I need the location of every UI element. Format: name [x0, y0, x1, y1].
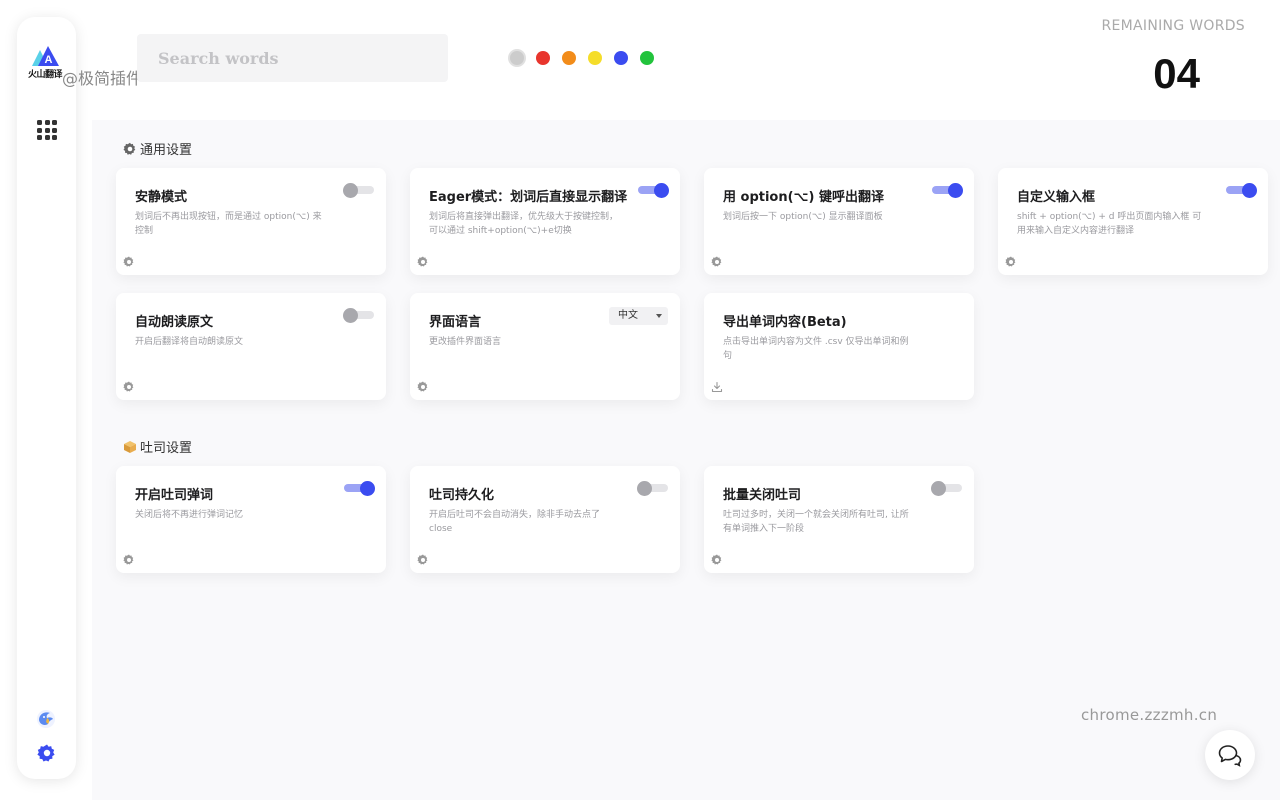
card-title: 界面语言 — [429, 315, 482, 330]
card-title: 吐司持久化 — [429, 488, 495, 503]
gear-icon[interactable] — [417, 381, 429, 393]
sidebar: A 火山翻译 — [17, 17, 76, 779]
remaining-words-label: REMAINING WORDS — [1101, 18, 1245, 34]
card-option-key: 用 option(⌥) 键呼出翻译 划词后按一下 option(⌥) 显示翻译面… — [704, 168, 974, 275]
color-filter-red[interactable] — [536, 51, 550, 65]
color-filter-blue[interactable] — [614, 51, 628, 65]
card-description: 开启后翻译将自动朗读原文 — [135, 337, 244, 347]
card-description: 划词后不再出现按钮，而是通过 option(⌥) 来控制 — [135, 212, 322, 236]
remaining-words-count: 04 — [1153, 50, 1200, 97]
color-filter-orange[interactable] — [562, 51, 576, 65]
card-eager-mode: Eager模式：划词后直接显示翻译 划词后将直接弹出翻译，优先级大于按键控制， … — [410, 168, 680, 275]
card-description: 点击导出单词内容为文件 .csv 仅导出单词和例句 — [723, 337, 909, 361]
watermark: @极简插件 — [62, 69, 143, 88]
card-title: Eager模式：划词后直接显示翻译 — [429, 190, 628, 205]
color-filter-green[interactable] — [640, 51, 654, 65]
card-description: 更改插件界面语言 — [429, 337, 502, 347]
gear-icon[interactable] — [123, 381, 135, 393]
card-description: 吐司过多时，关闭一个就会关闭所有吐司, 让所有单词推入下一阶段 — [723, 510, 909, 534]
card-ui-language: 界面语言 中文 更改插件界面语言 — [410, 293, 680, 400]
color-filter-yellow[interactable] — [588, 51, 602, 65]
card-quiet-mode: 安静模式 划词后不再出现按钮，而是通过 option(⌥) 来控制 — [116, 168, 386, 275]
card-batch-close: 批量关闭吐司 吐司过多时，关闭一个就会关闭所有吐司, 让所有单词推入下一阶段 — [704, 466, 974, 573]
quiet-mode-toggle[interactable] — [343, 183, 374, 198]
language-select[interactable]: 中文 — [609, 307, 668, 325]
section-general-label: 通用设置 — [140, 143, 193, 158]
card-title: 用 option(⌥) 键呼出翻译 — [723, 190, 885, 205]
language-select-value: 中文 — [618, 310, 638, 321]
gear-icon[interactable] — [123, 256, 135, 268]
card-toast-popup: 开启吐司弹词 关闭后将不再进行弹词记忆 — [116, 466, 386, 573]
gear-icon[interactable] — [417, 256, 429, 268]
card-auto-read: 自动朗读原文 开启后翻译将自动朗读原文 — [116, 293, 386, 400]
section-toast-label: 吐司设置 — [140, 441, 193, 456]
card-title: 开启吐司弹词 — [135, 488, 214, 503]
card-title: 导出单词内容(Beta) — [723, 315, 847, 330]
auto-read-toggle[interactable] — [343, 308, 374, 323]
logo-text: 火山翻译 — [28, 70, 63, 80]
gear-icon[interactable] — [123, 554, 135, 566]
eager-mode-toggle[interactable] — [638, 183, 669, 198]
card-description: 划词后将直接弹出翻译，优先级大于按键控制， 可以通过 shift+option(… — [429, 212, 619, 236]
card-title: 自动朗读原文 — [135, 315, 214, 330]
gear-icon[interactable] — [711, 256, 723, 268]
card-toast-persist: 吐司持久化 开启后吐司不会自动消失，除非手动去点了 close — [410, 466, 680, 573]
gear-icon[interactable] — [1005, 256, 1017, 268]
color-filter-group — [510, 51, 654, 65]
card-custom-input: 自定义输入框 shift + option(⌥) + d 呼出页面内输入框 可用… — [998, 168, 1268, 275]
gear-icon[interactable] — [37, 743, 57, 763]
card-description: shift + option(⌥) + d 呼出页面内输入框 可用来输入自定义内… — [1017, 212, 1202, 236]
card-title: 批量关闭吐司 — [723, 488, 802, 503]
svg-text:A: A — [45, 54, 53, 66]
card-title: 安静模式 — [135, 190, 188, 205]
chat-bubble-icon — [1218, 745, 1242, 767]
gear-icon[interactable] — [417, 554, 429, 566]
search-input[interactable] — [137, 34, 448, 82]
gear-icon — [123, 142, 136, 155]
caret-down-icon — [656, 314, 662, 318]
batch-close-toggle[interactable] — [931, 481, 962, 496]
apps-grid-icon[interactable] — [37, 120, 57, 140]
site-watermark: chrome.zzzmh.cn — [1081, 706, 1218, 724]
card-description: 划词后按一下 option(⌥) 显示翻译面板 — [723, 212, 883, 222]
custom-input-toggle[interactable] — [1226, 183, 1257, 198]
card-export-words: 导出单词内容(Beta) 点击导出单词内容为文件 .csv 仅导出单词和例句 — [704, 293, 974, 400]
card-title: 自定义输入框 — [1017, 190, 1096, 205]
download-icon[interactable] — [711, 381, 723, 393]
card-description: 关闭后将不再进行弹词记忆 — [135, 510, 244, 520]
main-content: 通用设置 安静模式 划词后不再出现按钮，而是通过 option(⌥) 来控制 E… — [92, 120, 1280, 800]
section-toast-title: 吐司设置 — [123, 437, 192, 456]
option-key-toggle[interactable] — [932, 183, 963, 198]
feedback-chat-button[interactable] — [1205, 730, 1255, 780]
gear-icon[interactable] — [711, 554, 723, 566]
section-general-title: 通用设置 — [123, 139, 192, 158]
color-filter-gray[interactable] — [510, 51, 524, 65]
box-icon — [124, 440, 136, 453]
toast-persist-toggle[interactable] — [637, 481, 668, 496]
card-description: 开启后吐司不会自动消失，除非手动去点了 close — [429, 510, 601, 534]
bird-icon[interactable] — [35, 708, 57, 730]
toast-popup-toggle[interactable] — [344, 481, 375, 496]
